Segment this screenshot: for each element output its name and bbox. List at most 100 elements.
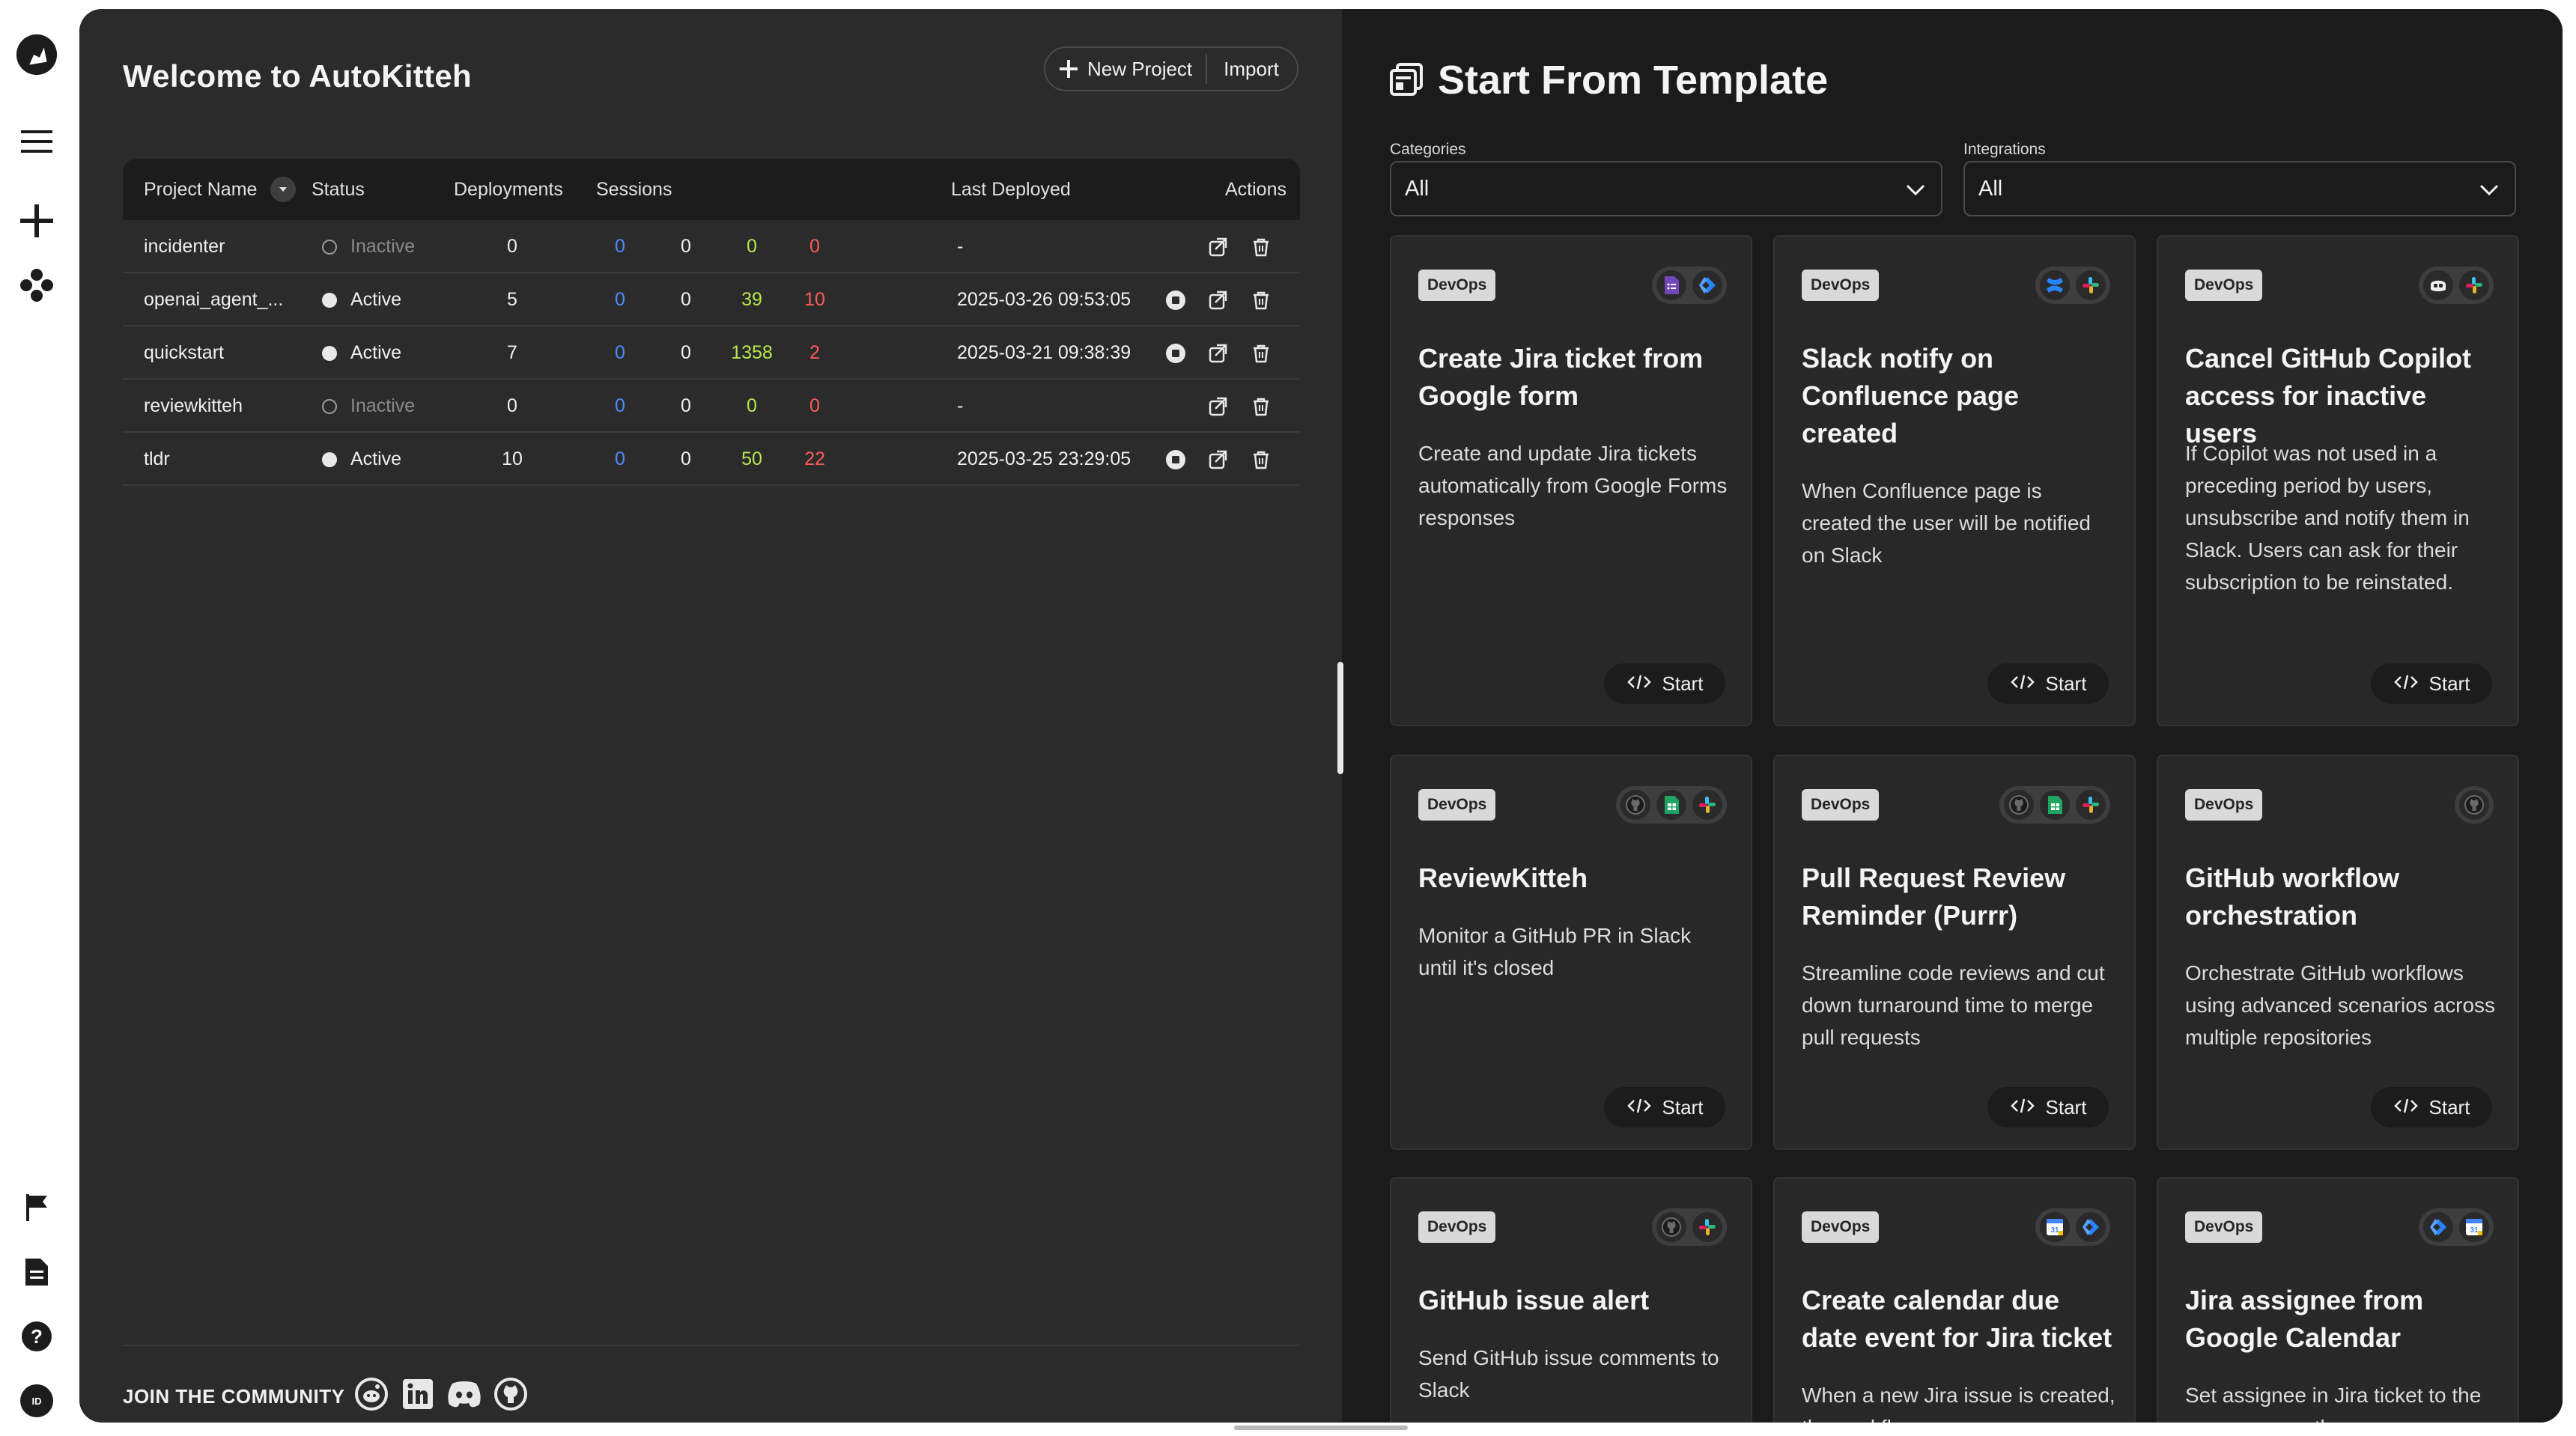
start-template-button[interactable]: Start — [1604, 663, 1725, 704]
slack-icon — [1692, 1212, 1722, 1242]
join-community-label: JOIN THE COMMUNITY — [123, 1385, 345, 1408]
table-row[interactable]: quickstart Active 7 0 0 1358 2 2025-03-2… — [123, 326, 1300, 380]
templates-icon — [1390, 63, 1423, 100]
export-project-icon[interactable] — [1203, 232, 1233, 262]
sessions-error: 22 — [804, 448, 825, 469]
project-name-link[interactable]: openai_agent_... — [144, 273, 283, 326]
integration-icons — [2419, 267, 2494, 304]
categories-select[interactable]: All — [1390, 161, 1942, 216]
template-description: Monitor a GitHub PR in Slack until it's … — [1418, 924, 1692, 979]
page-title: Welcome to AutoKitteh — [123, 58, 472, 94]
svg-text:31: 31 — [2050, 1226, 2059, 1235]
slack-icon — [2076, 790, 2106, 820]
start-template-button[interactable]: Start — [1987, 1087, 2109, 1128]
home-indicator — [1234, 1426, 1408, 1430]
add-project-icon[interactable] — [15, 199, 58, 243]
sessions-completed: 0 — [747, 236, 757, 257]
stop-deployment-icon[interactable] — [1161, 445, 1191, 475]
new-project-button[interactable]: New Project — [1045, 48, 1206, 90]
export-project-icon[interactable] — [1203, 445, 1233, 475]
template-card[interactable]: DevOps GitHub workflow orchestration Orc… — [2157, 755, 2519, 1150]
delete-project-icon[interactable] — [1246, 392, 1276, 422]
sessions-stopped: 0 — [681, 289, 691, 310]
export-project-icon[interactable] — [1203, 338, 1233, 368]
template-title: Create Jira ticket from Google form — [1418, 343, 1704, 411]
linkedin-icon[interactable] — [400, 1376, 436, 1412]
project-name-link[interactable]: quickstart — [144, 326, 224, 380]
stop-deployment-icon[interactable] — [1161, 285, 1191, 315]
projects-table: Project Name Status Deployments Sessions… — [123, 159, 1300, 486]
integrations-select[interactable]: All — [1963, 161, 2516, 216]
github-icon — [2004, 790, 2034, 820]
docs-icon[interactable] — [15, 1250, 58, 1294]
status-label: Inactive — [350, 236, 416, 257]
col-project-name[interactable]: Project Name — [144, 159, 297, 220]
sessions-stopped: 0 — [681, 395, 691, 416]
help-icon[interactable]: ? — [15, 1315, 58, 1358]
deployments-count: 0 — [507, 395, 517, 416]
status-label: Inactive — [350, 395, 416, 416]
reddit-icon[interactable] — [353, 1376, 389, 1412]
template-card[interactable]: DevOps 31 Create calendar due date event… — [1773, 1177, 2136, 1423]
stop-deployment-icon[interactable] — [1161, 338, 1191, 368]
template-card[interactable]: DevOps GitHub issue alert Send GitHub is… — [1390, 1177, 1752, 1423]
project-status: Active — [322, 433, 401, 486]
status-dot-icon — [322, 239, 337, 255]
project-name-link[interactable]: tldr — [144, 433, 170, 486]
template-title: Create calendar due date event for Jira … — [1802, 1285, 2112, 1353]
template-description: Send GitHub issue comments to Slack — [1418, 1346, 1719, 1402]
template-card[interactable]: DevOps Create Jira ticket from Google fo… — [1390, 235, 1752, 726]
panel-resize-handle[interactable] — [1337, 662, 1343, 774]
template-card[interactable]: DevOps Slack notify on Confluence page c… — [1773, 235, 2136, 726]
projects-panel: Welcome to AutoKitteh New Project Import… — [79, 9, 1342, 1423]
delete-project-icon[interactable] — [1246, 232, 1276, 262]
table-row[interactable]: reviewkitteh Inactive 0 0 0 0 0 - — [123, 380, 1300, 433]
github-icon — [1620, 790, 1650, 820]
project-name-link[interactable]: incidenter — [144, 220, 225, 273]
confluence-icon — [2040, 270, 2070, 300]
template-title: Cancel GitHub Copilot access for inactiv… — [2185, 343, 2471, 448]
category-tag: DevOps — [2185, 789, 2263, 821]
category-tag: DevOps — [1418, 270, 1496, 301]
start-template-button[interactable]: Start — [1604, 1087, 1725, 1128]
autokitteh-logo-icon[interactable] — [15, 33, 58, 76]
template-card[interactable]: DevOps ReviewKitteh Monitor a GitHub PR … — [1390, 755, 1752, 1150]
sessions-error: 10 — [804, 289, 825, 310]
google-sheets-icon — [1656, 790, 1686, 820]
project-name-link[interactable]: reviewkitteh — [144, 380, 243, 433]
start-template-button[interactable]: Start — [1987, 663, 2109, 704]
delete-project-icon[interactable] — [1246, 445, 1276, 475]
github-icon[interactable] — [493, 1376, 529, 1412]
integrations-value: All — [1978, 176, 2003, 201]
status-label: Active — [350, 448, 402, 469]
discord-icon[interactable] — [446, 1376, 482, 1412]
template-description: Orchestrate GitHub workflows using advan… — [2185, 961, 2496, 1049]
delete-project-icon[interactable] — [1246, 285, 1276, 315]
categories-value: All — [1405, 176, 1430, 201]
flag-icon[interactable] — [15, 1186, 58, 1229]
start-template-button[interactable]: Start — [2371, 663, 2492, 704]
template-card[interactable]: DevOps Pull Request Review Reminder (Pur… — [1773, 755, 2136, 1150]
table-row[interactable]: incidenter Inactive 0 0 0 0 0 - — [123, 220, 1300, 273]
start-template-button[interactable]: Start — [2371, 1087, 2492, 1128]
code-icon — [1626, 672, 1652, 696]
deployments-count: 0 — [507, 236, 517, 257]
template-card[interactable]: DevOps 31 Jira assignee from Google Cale… — [2157, 1177, 2519, 1423]
export-project-icon[interactable] — [1203, 285, 1233, 315]
slack-icon — [1692, 790, 1722, 820]
start-label: Start — [1662, 1095, 1704, 1119]
sort-icon[interactable] — [270, 177, 297, 202]
chevron-down-icon — [1906, 184, 1925, 196]
import-button[interactable]: Import — [1207, 58, 1295, 81]
export-project-icon[interactable] — [1203, 392, 1233, 422]
integrations-icon[interactable] — [15, 264, 58, 307]
sessions-error: 0 — [809, 395, 820, 416]
user-avatar-icon[interactable]: ID — [15, 1379, 58, 1423]
delete-project-icon[interactable] — [1246, 338, 1276, 368]
template-title: Jira assignee from Google Calendar — [2185, 1285, 2424, 1353]
table-row[interactable]: openai_agent_... Active 5 0 0 39 10 2025… — [123, 273, 1300, 326]
templates-title: Start From Template — [1438, 58, 1829, 103]
template-card[interactable]: DevOps Cancel GitHub Copilot access for … — [2157, 235, 2519, 726]
table-row[interactable]: tldr Active 10 0 0 50 22 2025-03-25 23:2… — [123, 433, 1300, 486]
menu-icon[interactable] — [15, 120, 58, 163]
